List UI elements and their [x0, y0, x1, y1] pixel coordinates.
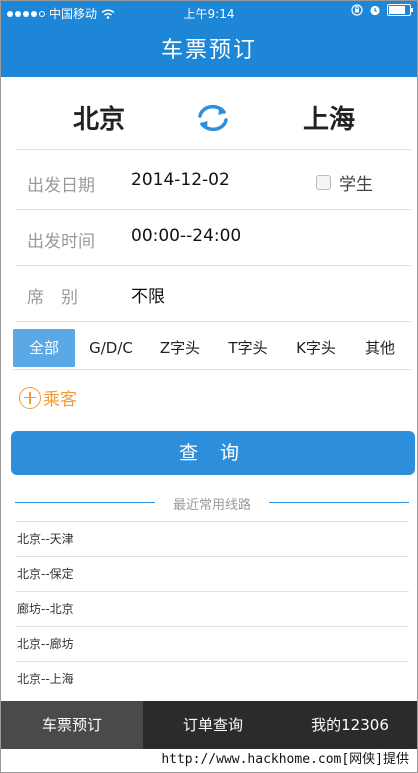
- battery-icon: [387, 4, 413, 16]
- time-label: 出发时间: [27, 232, 95, 252]
- list-item[interactable]: 北京--保定: [15, 556, 409, 591]
- student-checkbox[interactable]: [316, 175, 331, 190]
- tab-my-12306[interactable]: 我的12306: [283, 701, 417, 749]
- app-screen: 中国移动 上午9:14 车票预订 北京 上海 出发日期 2014-12-02 学…: [0, 0, 418, 773]
- time-value[interactable]: 00:00--24:00: [131, 226, 241, 246]
- tab-all[interactable]: 全部: [13, 329, 75, 367]
- list-item[interactable]: 北京--天津: [15, 521, 409, 556]
- student-option[interactable]: 学生: [316, 170, 373, 195]
- time-row[interactable]: 出发时间 00:00--24:00: [15, 211, 411, 266]
- date-row[interactable]: 出发日期 2014-12-02 学生: [15, 155, 411, 210]
- tab-gdc[interactable]: G/D/C: [79, 329, 143, 367]
- list-item[interactable]: 廊坊--北京: [15, 591, 409, 626]
- divider-line: [269, 502, 409, 503]
- from-station[interactable]: 北京: [73, 99, 125, 136]
- tab-k[interactable]: K字头: [285, 329, 347, 367]
- seat-value[interactable]: 不限: [131, 282, 165, 307]
- recent-routes-title: 最近常用线路: [172, 498, 251, 513]
- seat-label: 席 别: [27, 288, 78, 308]
- add-passenger-button[interactable]: 乘客: [19, 385, 77, 410]
- tab-ticket-booking[interactable]: 车票预订: [1, 701, 143, 749]
- add-circle-icon: [19, 386, 41, 409]
- station-selector: 北京 上海: [15, 85, 411, 150]
- date-value[interactable]: 2014-12-02: [131, 170, 230, 190]
- bottom-tab-bar: 车票预订 订单查询 我的12306: [1, 701, 417, 749]
- recent-routes-list: 北京--天津 北京--保定 廊坊--北京 北京--廊坊 北京--上海: [15, 521, 409, 696]
- tab-z[interactable]: Z字头: [149, 329, 211, 367]
- page-title: 车票预订: [1, 25, 417, 77]
- tab-other[interactable]: 其他: [353, 329, 407, 367]
- train-type-tabs: 全部 G/D/C Z字头 T字头 K字头 其他: [13, 325, 411, 370]
- status-right: [351, 4, 413, 16]
- battery-level: [389, 6, 405, 14]
- to-station[interactable]: 上海: [303, 99, 355, 136]
- status-bar: 中国移动 上午9:14: [1, 1, 417, 25]
- list-item[interactable]: 北京--廊坊: [15, 626, 409, 661]
- list-item[interactable]: 北京--上海: [15, 661, 409, 696]
- tab-t[interactable]: T字头: [217, 329, 279, 367]
- tab-order-query[interactable]: 订单查询: [143, 701, 283, 749]
- orientation-lock-icon: [351, 4, 363, 16]
- alarm-icon: [370, 5, 380, 16]
- watermark: http://www.hackhome.com[网侠]提供: [1, 749, 417, 772]
- passenger-label: 乘客: [43, 390, 77, 410]
- student-label: 学生: [339, 175, 373, 195]
- recent-routes-header: 最近常用线路: [15, 491, 409, 515]
- seat-row[interactable]: 席 别 不限: [15, 267, 411, 322]
- swap-arrows-icon[interactable]: [195, 103, 231, 133]
- date-label: 出发日期: [27, 176, 95, 196]
- query-button[interactable]: 查 询: [11, 431, 415, 475]
